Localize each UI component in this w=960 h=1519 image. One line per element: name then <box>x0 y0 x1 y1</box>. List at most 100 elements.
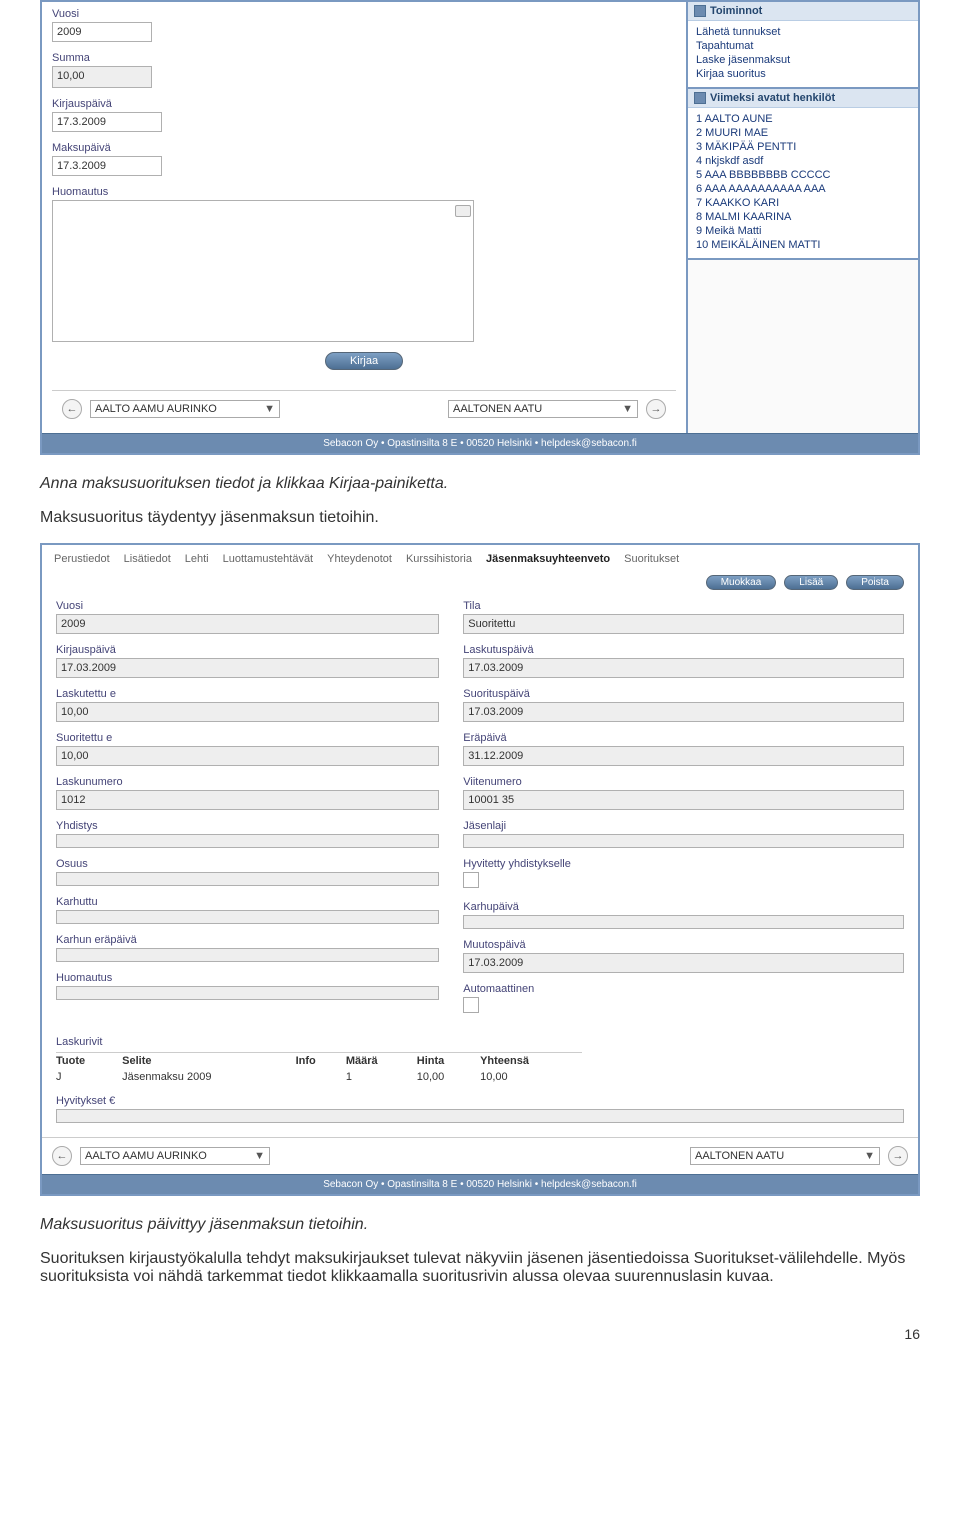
huomautus-value <box>56 986 439 1000</box>
th-yhteensa: Yhteensä <box>480 1053 582 1070</box>
tab-luottamustehtavat[interactable]: Luottamustehtävät <box>223 553 314 565</box>
huomautus-textarea[interactable] <box>52 200 474 342</box>
cell-tuote: J <box>56 1069 122 1085</box>
nav-prev-arrow[interactable]: ← <box>52 1146 72 1166</box>
hyvitykset-label: Hyvitykset € <box>56 1095 904 1107</box>
suoritettu-value: 10,00 <box>56 746 439 766</box>
karhuttu-label: Karhuttu <box>56 896 439 908</box>
footer-bar: Sebacon Oy • Opastinsilta 8 E • 00520 He… <box>42 433 918 453</box>
yhdistys-label: Yhdistys <box>56 820 439 832</box>
nav-next-arrow[interactable]: → <box>888 1146 908 1166</box>
erapaiva-value: 31.12.2009 <box>463 746 904 766</box>
doc-paragraph: Suorituksen kirjaustyökalulla tehdyt mak… <box>40 1250 920 1286</box>
laskutettu-value: 10,00 <box>56 702 439 722</box>
vuosi-label: Vuosi <box>52 8 676 20</box>
recent-person-link[interactable]: 7 KAAKKO KARI <box>688 196 918 210</box>
chevron-down-icon: ▼ <box>264 403 275 415</box>
th-tuote: Tuote <box>56 1053 122 1070</box>
right-column: Tila Suoritettu Laskutuspäivä 17.03.2009… <box>463 600 904 1026</box>
cell-yhteensa: 10,00 <box>480 1069 582 1085</box>
cell-selite: Jäsenmaksu 2009 <box>122 1069 295 1085</box>
nav-next-arrow[interactable]: → <box>646 399 666 419</box>
vuosi-input[interactable]: 2009 <box>52 22 152 42</box>
osuus-value <box>56 872 439 886</box>
chevron-down-icon: ▼ <box>864 1150 875 1162</box>
app-frame-jasenmaksuyhteenveto: Perustiedot Lisätiedot Lehti Luottamuste… <box>40 543 920 1196</box>
tab-kurssihistoria[interactable]: Kurssihistoria <box>406 553 472 565</box>
karhun-erapaiva-value <box>56 948 439 962</box>
th-hinta: Hinta <box>417 1053 480 1070</box>
recent-person-link[interactable]: 9 Meikä Matti <box>688 224 918 238</box>
doc-paragraph: Maksusuoritus päivittyy jäsenmaksun tiet… <box>40 1216 920 1234</box>
th-selite: Selite <box>122 1053 295 1070</box>
karhupaiva-value <box>463 915 904 929</box>
muutospaiva-label: Muutospäivä <box>463 939 904 951</box>
tab-yhteydenotot[interactable]: Yhteydenotot <box>327 553 392 565</box>
nav-name-left: AALTO AAMU AURINKO <box>95 403 217 415</box>
tab-lehti[interactable]: Lehti <box>185 553 209 565</box>
tab-perustiedot[interactable]: Perustiedot <box>54 553 110 565</box>
tila-label: Tila <box>463 600 904 612</box>
jasenlaji-label: Jäsenlaji <box>463 820 904 832</box>
recent-person-link[interactable]: 8 MALMI KAARINA <box>688 210 918 224</box>
viitenumero-value: 10001 35 <box>463 790 904 810</box>
recent-person-link[interactable]: 4 nkjskdf asdf <box>688 154 918 168</box>
muutospaiva-value: 17.03.2009 <box>463 953 904 973</box>
laskutuspaiva-label: Laskutuspäivä <box>463 644 904 656</box>
muokkaa-button[interactable]: Muokkaa <box>706 575 777 590</box>
sidebar-item[interactable]: Lähetä tunnukset <box>688 25 918 39</box>
huomautus-label: Huomautus <box>52 186 676 198</box>
nav-name-select-right[interactable]: AALTONEN AATU ▼ <box>448 400 638 418</box>
laskunumero-value: 1012 <box>56 790 439 810</box>
suorituspaiva-value: 17.03.2009 <box>463 702 904 722</box>
laskurivit-label: Laskurivit <box>56 1026 904 1048</box>
panel-icon <box>694 92 706 104</box>
laskunumero-label: Laskunumero <box>56 776 439 788</box>
kirjaa-button[interactable]: Kirjaa <box>325 352 403 370</box>
nav-prev-arrow[interactable]: ← <box>62 399 82 419</box>
recent-person-link[interactable]: 6 AAA AAAAAAAAAA AAA <box>688 182 918 196</box>
doc-paragraph: Anna maksusuorituksen tiedot ja klikkaa … <box>40 475 920 493</box>
nav-name-select-left[interactable]: AALTO AAMU AURINKO ▼ <box>90 400 280 418</box>
sidebar-item[interactable]: Kirjaa suoritus <box>688 67 918 81</box>
poista-button[interactable]: Poista <box>846 575 904 590</box>
tila-value: Suoritettu <box>463 614 904 634</box>
nav-name-left: AALTO AAMU AURINKO <box>85 1150 207 1162</box>
maksupaiva-input[interactable]: 17.3.2009 <box>52 156 162 176</box>
recent-person-link[interactable]: 3 MÄKIPÄÄ PENTTI <box>688 140 918 154</box>
th-maara: Määrä <box>346 1053 417 1070</box>
nav-name-select-right[interactable]: AALTONEN AATU ▼ <box>690 1147 880 1165</box>
lisaa-button[interactable]: Lisää <box>784 575 838 590</box>
suorituspaiva-label: Suorituspäivä <box>463 688 904 700</box>
recent-person-link[interactable]: 2 MUURI MAE <box>688 126 918 140</box>
karhun-erapaiva-label: Karhun eräpäivä <box>56 934 439 946</box>
maksupaiva-label: Maksupäivä <box>52 142 676 154</box>
hyvitetty-checkbox[interactable] <box>463 872 479 888</box>
recent-person-link[interactable]: 10 MEIKÄLÄINEN MATTI <box>688 238 918 252</box>
laskutuspaiva-value: 17.03.2009 <box>463 658 904 678</box>
automaattinen-checkbox[interactable] <box>463 997 479 1013</box>
cell-maara: 1 <box>346 1069 417 1085</box>
tab-suoritukset[interactable]: Suoritukset <box>624 553 679 565</box>
tab-lisatiedot[interactable]: Lisätiedot <box>124 553 171 565</box>
nav-name-select-left[interactable]: AALTO AAMU AURINKO ▼ <box>80 1147 270 1165</box>
summa-value: 10,00 <box>52 66 152 88</box>
recent-person-link[interactable]: 1 AALTO AUNE <box>688 112 918 126</box>
sidebar-item[interactable]: Laske jäsenmaksut <box>688 53 918 67</box>
vuosi-label: Vuosi <box>56 600 439 612</box>
karhupaiva-label: Karhupäivä <box>463 901 904 913</box>
hyvitetty-label: Hyvitetty yhdistykselle <box>463 858 904 870</box>
osuus-label: Osuus <box>56 858 439 870</box>
panel-icon <box>694 5 706 17</box>
kirjauspaiva-input[interactable]: 17.3.2009 <box>52 112 162 132</box>
hyvitykset-value <box>56 1109 904 1123</box>
toiminnot-list: Lähetä tunnukset Tapahtumat Laske jäsenm… <box>688 21 918 87</box>
sidebar-item[interactable]: Tapahtumat <box>688 39 918 53</box>
nav-name-right: AALTONEN AATU <box>453 403 542 415</box>
sidebar: Toiminnot Lähetä tunnukset Tapahtumat La… <box>686 2 918 433</box>
tab-jasenmaksuyhteenveto[interactable]: Jäsenmaksuyhteenveto <box>486 553 610 565</box>
recent-person-link[interactable]: 5 AAA BBBBBBBB CCCCC <box>688 168 918 182</box>
erapaiva-label: Eräpäivä <box>463 732 904 744</box>
huomautus-label: Huomautus <box>56 972 439 984</box>
main-column: Vuosi 2009 Summa 10,00 Kirjauspäivä 17.3… <box>42 2 686 433</box>
